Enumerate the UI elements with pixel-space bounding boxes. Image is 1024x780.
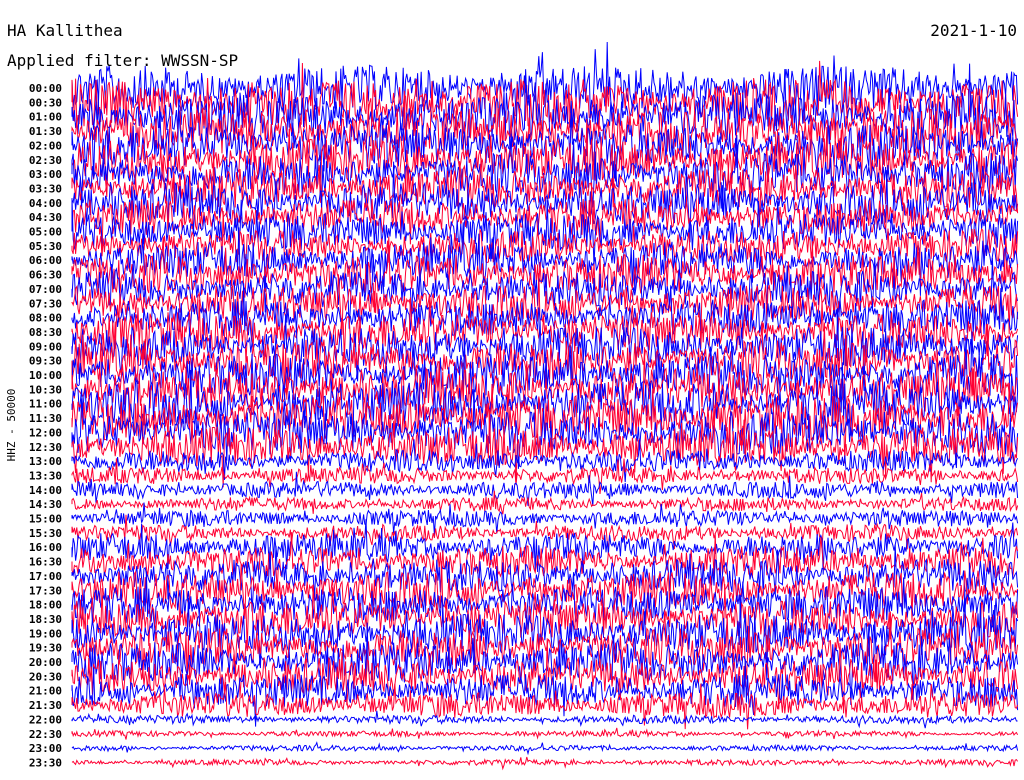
y-tick-label: 14:00 — [29, 484, 62, 497]
filter-label: Applied filter: WWSSN-SP — [7, 51, 238, 70]
seismic-traces — [71, 41, 1019, 771]
y-tick-label: 02:30 — [29, 154, 62, 167]
y-tick-label: 00:00 — [29, 82, 62, 95]
y-tick-label: 11:00 — [29, 398, 62, 411]
trace-row-2200 — [71, 710, 1018, 729]
y-tick-label: 10:00 — [29, 369, 62, 382]
y-tick-label: 07:30 — [29, 297, 62, 310]
y-tick-label: 18:30 — [29, 613, 62, 626]
y-tick-label: 12:30 — [29, 441, 62, 454]
y-tick-label: 06:00 — [29, 254, 62, 267]
y-tick-label: 01:30 — [29, 125, 62, 138]
y-tick-labels: 00:0000:30 01:0001:3002:00 02:3003:0003:30… — [29, 82, 62, 769]
trace-row-2230 — [71, 727, 1019, 740]
y-tick-label: 15:30 — [29, 527, 62, 540]
y-tick-label: 17:00 — [29, 570, 62, 583]
y-tick-label: 19:30 — [29, 642, 62, 655]
y-tick-label: 01:00 — [29, 111, 62, 124]
y-tick-label: 23:00 — [29, 742, 62, 755]
y-tick-label: 18:00 — [29, 599, 62, 612]
y-tick-label: 15:00 — [29, 513, 62, 526]
y-tick-label: 08:00 — [29, 312, 62, 325]
y-tick-label: 11:30 — [29, 412, 62, 425]
y-tick-label: 08:30 — [29, 326, 62, 339]
y-tick-label: 10:30 — [29, 383, 62, 396]
y-tick-label: 16:30 — [29, 556, 62, 569]
y-tick-label: 09:30 — [29, 355, 62, 368]
y-tick-label: 04:30 — [29, 211, 62, 224]
y-tick-label: 07:00 — [29, 283, 62, 296]
y-tick-label: 22:30 — [29, 728, 62, 741]
y-tick-label: 00:30 — [29, 96, 62, 109]
trace-row-2330 — [71, 756, 1019, 771]
trace-row-0700 — [71, 254, 1019, 329]
y-tick-label: 06:30 — [29, 269, 62, 282]
y-tick-label: 05:00 — [29, 226, 62, 239]
y-tick-label: 05:30 — [29, 240, 62, 253]
y-tick-label: 17:30 — [29, 584, 62, 597]
y-tick-label: 19:00 — [29, 627, 62, 640]
y-tick-label: 20:30 — [29, 670, 62, 683]
station-title: HA Kallithea — [7, 21, 123, 40]
y-tick-label: 21:00 — [29, 685, 62, 698]
y-tick-label: 14:30 — [29, 498, 62, 511]
seismogram-chart: HA Kallithea Applied filter: WWSSN-SP 20… — [5, 21, 1019, 771]
y-tick-label: 04:00 — [29, 197, 62, 210]
y-tick-label: 03:00 — [29, 168, 62, 181]
y-tick-label: 13:00 — [29, 455, 62, 468]
y-tick-label: 13:30 — [29, 469, 62, 482]
y-tick-label: 16:00 — [29, 541, 62, 554]
y-tick-label: 03:30 — [29, 182, 62, 195]
trace-row-2300 — [71, 741, 1019, 756]
y-tick-label: 23:30 — [29, 756, 62, 769]
y-tick-label: 22:00 — [29, 713, 62, 726]
date-label: 2021-1-10 — [930, 21, 1017, 40]
y-tick-label: 20:00 — [29, 656, 62, 669]
y-tick-label: 09:00 — [29, 340, 62, 353]
y-tick-label: 12:00 — [29, 426, 62, 439]
y-axis-label: HHZ - 50000 — [5, 389, 18, 462]
y-tick-label: 21:30 — [29, 699, 62, 712]
trace-row-1000 — [71, 331, 1019, 420]
trace-row-2130 — [71, 681, 1019, 730]
y-tick-label: 02:00 — [29, 139, 62, 152]
